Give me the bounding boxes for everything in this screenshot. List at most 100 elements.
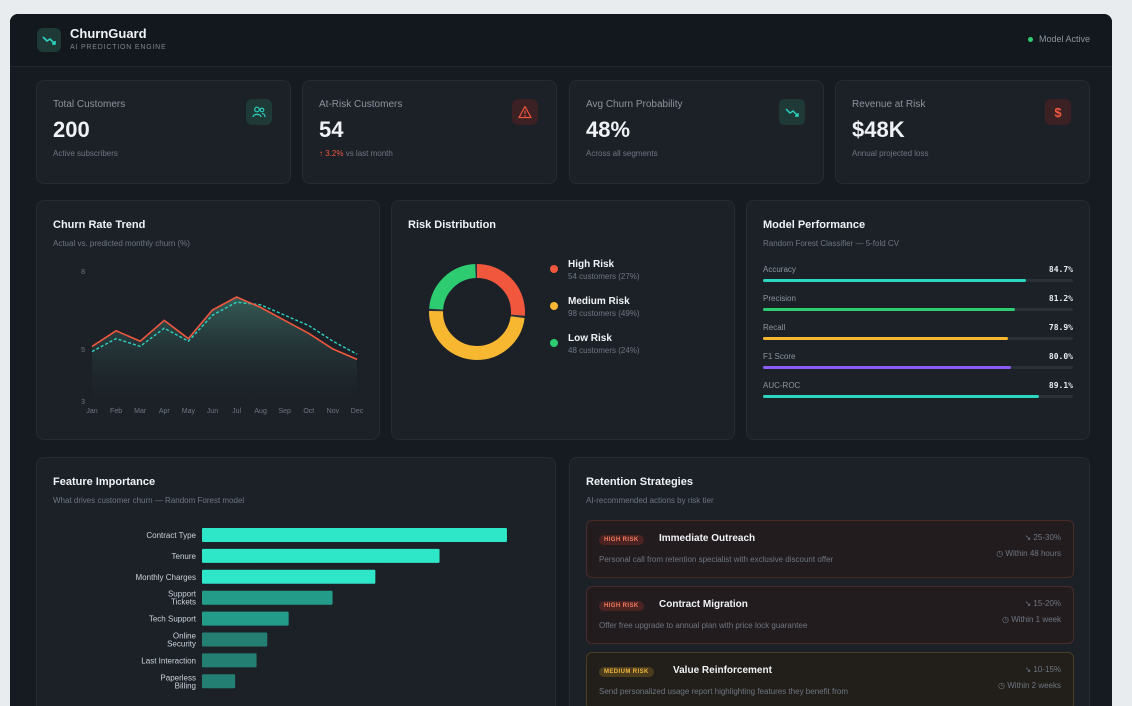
metric-fill <box>763 279 1026 282</box>
legend-name: Low Risk <box>568 333 612 344</box>
strategy-desc: Personal call from retention specialist … <box>599 555 834 564</box>
strategy-card-immediate-outreach[interactable]: HIGH RISK Immediate Outreach Personal ca… <box>586 520 1074 578</box>
kpi-card-at-risk[interactable]: At-Risk Customers 54 ↑ 3.2% vs last mont… <box>302 80 557 184</box>
kpi-value: 200 <box>53 117 90 142</box>
metric-value: 80.0% <box>1048 352 1073 361</box>
kpi-delta-label: vs last month <box>345 149 393 158</box>
metric-fill <box>763 337 1008 340</box>
panel-title: Retention Strategies <box>586 476 693 488</box>
metric-label: AUC-ROC <box>763 381 801 390</box>
app-header: ChurnGuard AI PREDICTION ENGINE Model Ac… <box>10 14 1112 67</box>
feature-bar <box>202 632 268 647</box>
churn-area <box>92 297 357 401</box>
kpi-card-total-customers[interactable]: Total Customers 200 Active subscribers <box>36 80 291 184</box>
metric-recall: Recall 78.9% <box>763 323 1073 349</box>
users-icon <box>246 99 272 125</box>
y-tick-label: 3 <box>81 399 85 406</box>
legend-name: Medium Risk <box>568 296 630 307</box>
feature-importance-panel: Feature Importance What drives customer … <box>36 457 556 706</box>
metric-track <box>763 337 1073 340</box>
feature-label: Security <box>167 640 196 649</box>
strategy-timeline: ◷ Within 1 week <box>1002 615 1061 624</box>
feature-bar <box>202 590 333 605</box>
legend-desc: 48 customers (24%) <box>568 346 640 355</box>
status-dot-icon <box>1027 36 1033 42</box>
kpi-value: $48K <box>852 117 905 142</box>
legend-dot <box>550 265 558 273</box>
legend-dot <box>550 302 558 310</box>
legend-item-high: High Risk 54 customers (27%) <box>550 259 640 296</box>
strategy-impact: ↘ 10-15% <box>1024 665 1062 674</box>
metric-label: F1 Score <box>763 352 796 361</box>
x-tick-label: Jul <box>232 408 241 415</box>
feature-bar <box>202 548 440 563</box>
x-tick-label: Sep <box>278 408 291 415</box>
panel-title: Risk Distribution <box>408 219 497 231</box>
feature-bar <box>202 674 236 689</box>
y-tick-label: 8 <box>81 269 85 276</box>
status-label: Model Active <box>1038 34 1090 44</box>
metric-f1-score: F1 Score 80.0% <box>763 352 1073 378</box>
kpi-card-avg-churn[interactable]: Avg Churn Probability 48% Across all seg… <box>569 80 824 184</box>
metric-fill <box>763 395 1040 398</box>
strategy-card-contract-migration[interactable]: HIGH RISK Contract Migration Offer free … <box>586 586 1074 644</box>
risk-legend: High Risk 54 customers (27%) Medium Risk… <box>550 259 640 370</box>
strategy-desc: Offer free upgrade to annual plan with p… <box>599 621 808 630</box>
kpi-value: 48% <box>586 117 631 142</box>
metric-value: 81.2% <box>1048 294 1073 303</box>
feature-label: Tenure <box>172 552 197 561</box>
strategy-impact: ↘ 25-30% <box>1024 533 1062 542</box>
app-title: ChurnGuard <box>70 26 147 41</box>
feature-label: Last Interaction <box>141 656 196 665</box>
x-tick-label: Aug <box>254 408 267 415</box>
kpi-sub: Active subscribers <box>53 149 118 158</box>
strategy-desc: Send personalized usage report highlight… <box>599 687 849 696</box>
metric-fill <box>763 308 1015 311</box>
feature-bar <box>202 653 257 668</box>
panel-subtitle: Random Forest Classifier — 5-fold CV <box>763 239 900 248</box>
risk-badge: MEDIUM RISK <box>599 667 654 677</box>
metric-track <box>763 308 1073 311</box>
legend-item-low: Low Risk 48 customers (24%) <box>550 333 640 370</box>
metric-track <box>763 366 1073 369</box>
x-tick-label: Apr <box>159 408 171 415</box>
metric-accuracy: Accuracy 84.7% <box>763 265 1073 291</box>
trend-down-icon <box>779 99 805 125</box>
strategy-timeline: ◷ Within 2 weeks <box>998 681 1061 690</box>
strategy-title: Immediate Outreach <box>659 533 756 544</box>
kpi-card-revenue-at-risk[interactable]: Revenue at Risk $48K Annual projected lo… <box>835 80 1090 184</box>
feature-importance-chart: Contract TypeTenureMonthly ChargesSuppor… <box>136 528 507 690</box>
feature-label: Tickets <box>171 598 196 607</box>
feature-bar <box>202 528 507 542</box>
strategy-impact: ↘ 15-20% <box>1024 599 1062 608</box>
model-performance-panel: Model Performance Random Forest Classifi… <box>746 200 1090 440</box>
metric-value: 89.1% <box>1048 381 1073 390</box>
legend-desc: 98 customers (49%) <box>568 309 640 318</box>
strategy-title: Contract Migration <box>659 599 748 610</box>
model-status: Model Active <box>1027 34 1090 44</box>
app-subtitle: AI PREDICTION ENGINE <box>70 44 167 51</box>
risk-donut-chart <box>429 264 525 360</box>
x-tick-label: Nov <box>327 408 340 415</box>
x-tick-label: Dec <box>351 408 364 415</box>
risk-badge: HIGH RISK <box>599 535 644 545</box>
legend-desc: 54 customers (27%) <box>568 272 640 281</box>
kpi-sub: ↑ 3.2% vs last month <box>319 149 393 158</box>
metric-track <box>763 279 1073 282</box>
x-tick-label: Mar <box>134 408 147 415</box>
x-tick-label: Jun <box>207 408 218 415</box>
feature-label: Tech Support <box>149 615 197 624</box>
churn-trend-chart: 3 5 8 Jan Feb Mar Apr May Jun Jul Aug Sep Oct Nov Dec <box>81 269 364 415</box>
strategy-card-value-reinforcement[interactable]: MEDIUM RISK Value Reinforcement Send per… <box>586 652 1074 706</box>
feature-bar <box>202 611 289 626</box>
churn-trend-panel: Churn Rate Trend Actual vs. predicted mo… <box>36 200 380 440</box>
kpi-sub: Across all segments <box>586 149 658 158</box>
x-tick-label: May <box>182 408 196 415</box>
metric-fill <box>763 366 1011 369</box>
kpi-label: Total Customers <box>53 99 126 110</box>
x-tick-label: Feb <box>110 408 122 415</box>
feature-label: Monthly Charges <box>136 573 196 582</box>
metric-label: Accuracy <box>763 265 796 274</box>
strategy-timeline: ◷ Within 48 hours <box>996 549 1061 558</box>
kpi-label: Revenue at Risk <box>852 99 926 110</box>
